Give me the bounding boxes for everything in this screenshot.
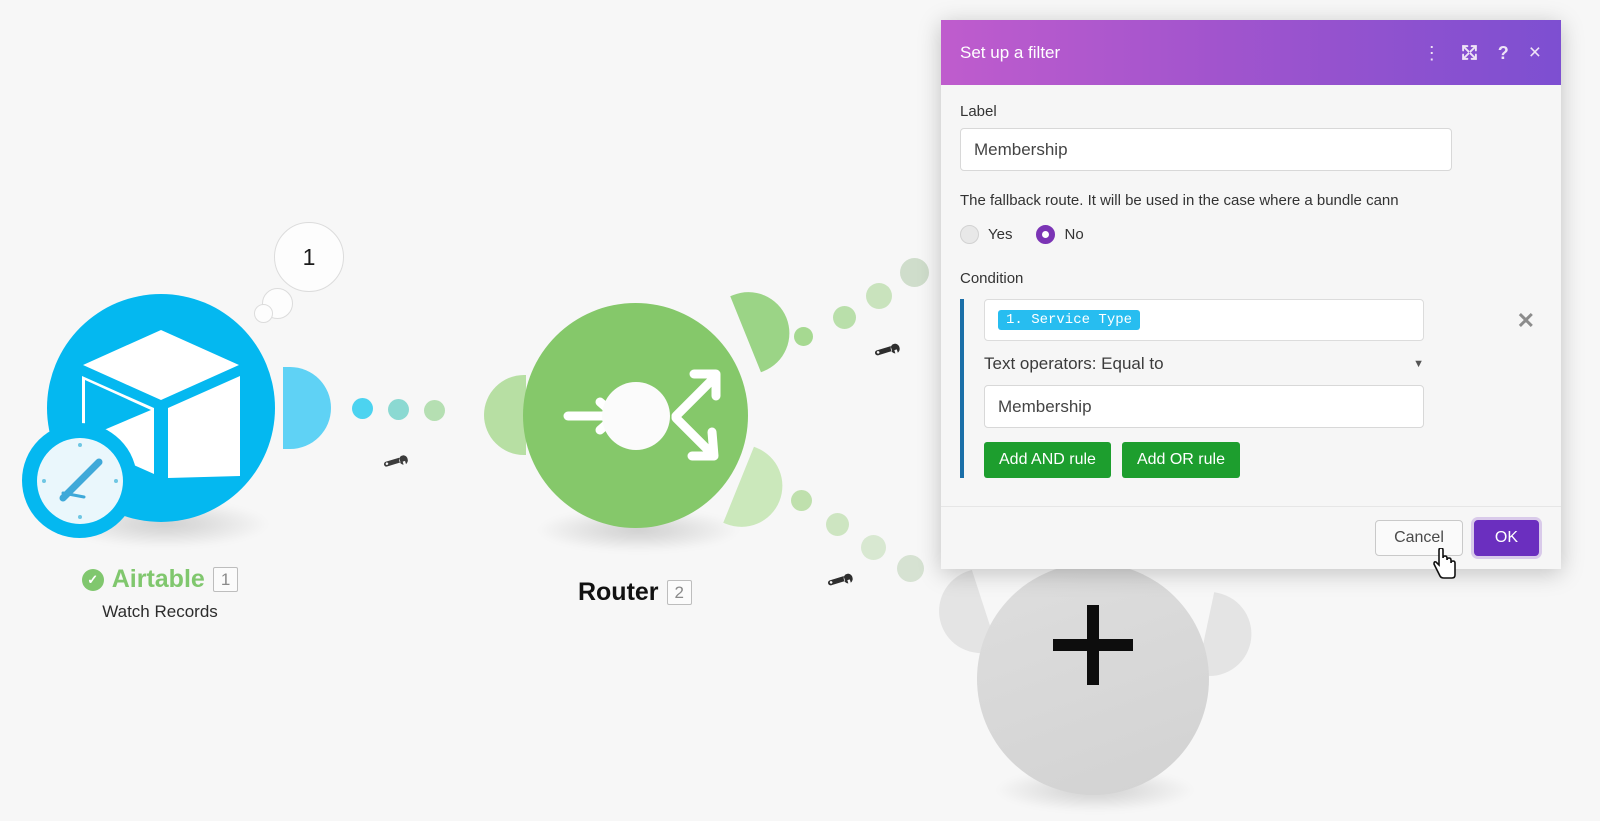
chevron-down-icon[interactable]: ▼ xyxy=(1413,358,1424,370)
condition-operator-select[interactable]: Text operators: Equal to ▼ xyxy=(984,345,1424,383)
module-badge: 1 xyxy=(212,566,239,593)
route-dot xyxy=(897,555,924,582)
module-title: Airtable xyxy=(111,565,205,593)
filter-setup-dialog[interactable]: Set up a filter ⋮ ? × Label The fallback… xyxy=(941,20,1561,569)
connector-nub-right xyxy=(283,367,331,449)
bubble-tail-small xyxy=(254,304,273,323)
radio-checked-icon[interactable] xyxy=(1036,225,1056,244)
route-dot xyxy=(424,400,445,421)
mapped-field-token[interactable]: 1. Service Type xyxy=(998,310,1141,330)
condition-value-input[interactable] xyxy=(984,385,1424,428)
router-center-hole xyxy=(602,382,670,450)
route-dot xyxy=(866,283,892,309)
dialog-body: Label The fallback route. It will be use… xyxy=(941,85,1561,488)
dialog-footer: Cancel OK xyxy=(941,506,1561,569)
fallback-radio-yes[interactable]: Yes xyxy=(960,225,1012,244)
wrench-icon-route-upper[interactable] xyxy=(868,328,910,370)
dialog-titlebar: Set up a filter ⋮ ? × xyxy=(941,20,1561,85)
condition-row: 1. Service Type Text operators: Equal to… xyxy=(960,299,1535,478)
route-dot xyxy=(794,327,813,346)
more-options-icon[interactable]: ⋮ xyxy=(1423,44,1441,62)
condition-operator-value: Text operators: Equal to xyxy=(984,354,1164,373)
fallback-description: The fallback route. It will be used in t… xyxy=(960,192,1399,209)
ok-button[interactable]: OK xyxy=(1473,520,1539,556)
module-label-airtable: ✓ Airtable 1 Watch Records xyxy=(10,565,310,622)
add-and-rule-button[interactable]: Add AND rule xyxy=(984,442,1111,478)
route-dot xyxy=(900,258,929,287)
connector-nub-left xyxy=(484,375,526,455)
cancel-button[interactable]: Cancel xyxy=(1375,520,1463,556)
condition-field-input[interactable]: 1. Service Type xyxy=(984,299,1424,341)
fallback-radio-group[interactable]: Yes No xyxy=(960,225,1535,244)
expand-icon[interactable] xyxy=(1461,44,1478,61)
label-field-label: Label xyxy=(960,103,997,120)
route-dot xyxy=(791,490,812,511)
connector-nub-right-upper xyxy=(730,279,802,373)
close-icon[interactable]: × xyxy=(1529,42,1541,63)
plus-icon[interactable] xyxy=(1053,605,1133,685)
bundle-count-bubble[interactable]: 1 xyxy=(274,222,344,292)
route-dot xyxy=(388,399,409,420)
module-title: Router xyxy=(577,578,659,606)
fallback-radio-no[interactable]: No xyxy=(1036,225,1084,244)
titlebar-icon-group: ⋮ ? × xyxy=(1423,42,1541,63)
radio-unchecked-icon[interactable] xyxy=(960,225,979,244)
route-dot xyxy=(833,306,856,329)
remove-condition-icon[interactable]: ✕ xyxy=(1517,308,1535,334)
schedule-clock-icon xyxy=(22,423,137,538)
wrench-icon-airtable-router[interactable] xyxy=(377,440,418,481)
add-or-rule-button[interactable]: Add OR rule xyxy=(1121,442,1240,478)
rule-button-group: Add AND rule Add OR rule xyxy=(984,442,1499,478)
help-icon[interactable]: ? xyxy=(1498,44,1509,62)
dialog-title: Set up a filter xyxy=(960,42,1061,62)
module-subtitle: Watch Records xyxy=(102,602,218,621)
route-dot xyxy=(352,398,373,419)
fallback-radio-yes-label: Yes xyxy=(988,226,1013,243)
route-dot xyxy=(826,513,849,536)
check-circle-icon: ✓ xyxy=(81,568,104,591)
wrench-icon-route-lower[interactable] xyxy=(821,558,863,600)
route-dot xyxy=(861,535,886,560)
module-label-router: Router 2 xyxy=(520,578,750,607)
bundle-count-label: 1 xyxy=(302,243,316,270)
label-input[interactable] xyxy=(960,128,1452,171)
condition-section-label: Condition xyxy=(960,270,1024,287)
module-badge: 2 xyxy=(666,579,693,606)
fallback-radio-no-label: No xyxy=(1064,226,1084,243)
